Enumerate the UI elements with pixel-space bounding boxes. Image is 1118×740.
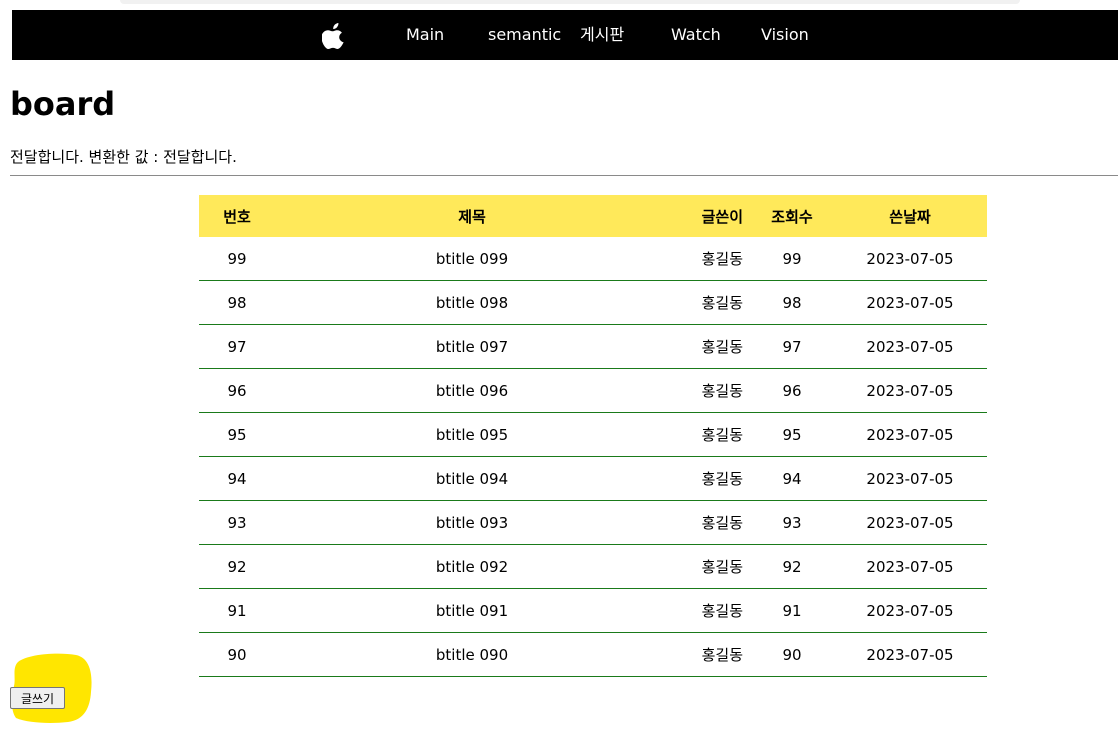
cell-title[interactable]: btitle 090	[275, 632, 669, 677]
nav-link-semantic[interactable]: semantic	[488, 10, 561, 60]
cell-writer: 홍길동	[669, 280, 751, 325]
header-date: 쓴날짜	[833, 195, 987, 237]
cell-date: 2023-07-05	[833, 324, 987, 369]
table-header-row: 번호 제목 글쓴이 조회수 쓴날짜	[199, 195, 987, 237]
nav-link-board[interactable]: 게시판	[580, 10, 624, 60]
table-row[interactable]: 95 btitle 095 홍길동 95 2023-07-05	[199, 412, 987, 457]
header-number: 번호	[199, 195, 275, 237]
table-row[interactable]: 90 btitle 090 홍길동 90 2023-07-05	[199, 632, 987, 677]
nav-link-watch[interactable]: Watch	[671, 10, 721, 60]
nav-link-main[interactable]: Main	[406, 10, 444, 60]
cell-date: 2023-07-05	[833, 500, 987, 545]
cell-date: 2023-07-05	[833, 237, 987, 281]
cell-number: 96	[199, 368, 275, 413]
cell-writer: 홍길동	[669, 237, 751, 281]
cell-title[interactable]: btitle 097	[275, 324, 669, 369]
header-writer: 글쓴이	[669, 195, 751, 237]
cell-title[interactable]: btitle 095	[275, 412, 669, 457]
apple-icon[interactable]	[321, 23, 346, 49]
cell-writer: 홍길동	[669, 456, 751, 501]
cell-title[interactable]: btitle 092	[275, 544, 669, 589]
cell-hits: 91	[751, 588, 833, 633]
cell-title[interactable]: btitle 091	[275, 588, 669, 633]
cell-number: 98	[199, 280, 275, 325]
browser-top-strip	[120, 0, 1020, 4]
cell-date: 2023-07-05	[833, 544, 987, 589]
cell-number: 90	[199, 632, 275, 677]
table-row[interactable]: 99 btitle 099 홍길동 99 2023-07-05	[199, 237, 987, 281]
cell-hits: 93	[751, 500, 833, 545]
table-row[interactable]: 97 btitle 097 홍길동 97 2023-07-05	[199, 324, 987, 369]
cell-number: 91	[199, 588, 275, 633]
cell-writer: 홍길동	[669, 544, 751, 589]
cell-number: 94	[199, 456, 275, 501]
cell-number: 99	[199, 237, 275, 281]
cell-number: 92	[199, 544, 275, 589]
write-button[interactable]: 글쓰기	[10, 687, 65, 709]
cell-writer: 홍길동	[669, 368, 751, 413]
cell-hits: 94	[751, 456, 833, 501]
cell-number: 93	[199, 500, 275, 545]
top-navbar: Main semantic 게시판 Watch Vision	[12, 10, 1118, 60]
table-row[interactable]: 96 btitle 096 홍길동 96 2023-07-05	[199, 368, 987, 413]
cell-number: 97	[199, 324, 275, 369]
cell-title[interactable]: btitle 098	[275, 280, 669, 325]
header-title: 제목	[275, 195, 669, 237]
cell-title[interactable]: btitle 093	[275, 500, 669, 545]
cell-hits: 92	[751, 544, 833, 589]
cell-title[interactable]: btitle 099	[275, 237, 669, 281]
cell-writer: 홍길동	[669, 588, 751, 633]
table-row[interactable]: 98 btitle 098 홍길동 98 2023-07-05	[199, 280, 987, 325]
nav-link-vision[interactable]: Vision	[761, 10, 809, 60]
cell-date: 2023-07-05	[833, 368, 987, 413]
cell-writer: 홍길동	[669, 500, 751, 545]
cell-hits: 97	[751, 324, 833, 369]
table-row[interactable]: 93 btitle 093 홍길동 93 2023-07-05	[199, 500, 987, 545]
transfer-message: 전달합니다. 변환한 값 : 전달합니다.	[10, 148, 237, 166]
cell-title[interactable]: btitle 094	[275, 456, 669, 501]
table-row[interactable]: 91 btitle 091 홍길동 91 2023-07-05	[199, 588, 987, 633]
cell-date: 2023-07-05	[833, 280, 987, 325]
cell-hits: 95	[751, 412, 833, 457]
cell-number: 95	[199, 412, 275, 457]
divider	[10, 175, 1118, 176]
cell-writer: 홍길동	[669, 632, 751, 677]
cell-hits: 99	[751, 237, 833, 281]
cell-date: 2023-07-05	[833, 588, 987, 633]
table-row[interactable]: 92 btitle 092 홍길동 92 2023-07-05	[199, 544, 987, 589]
cell-hits: 96	[751, 368, 833, 413]
cell-title[interactable]: btitle 096	[275, 368, 669, 413]
page-title: board	[10, 85, 116, 123]
cell-writer: 홍길동	[669, 324, 751, 369]
header-hits: 조회수	[751, 195, 833, 237]
cell-date: 2023-07-05	[833, 456, 987, 501]
table-row[interactable]: 94 btitle 094 홍길동 94 2023-07-05	[199, 456, 987, 501]
cell-date: 2023-07-05	[833, 412, 987, 457]
cell-hits: 90	[751, 632, 833, 677]
cell-writer: 홍길동	[669, 412, 751, 457]
cell-date: 2023-07-05	[833, 632, 987, 677]
cell-hits: 98	[751, 280, 833, 325]
board-table: 번호 제목 글쓴이 조회수 쓴날짜 99 btitle 099 홍길동 99 2…	[199, 195, 987, 677]
